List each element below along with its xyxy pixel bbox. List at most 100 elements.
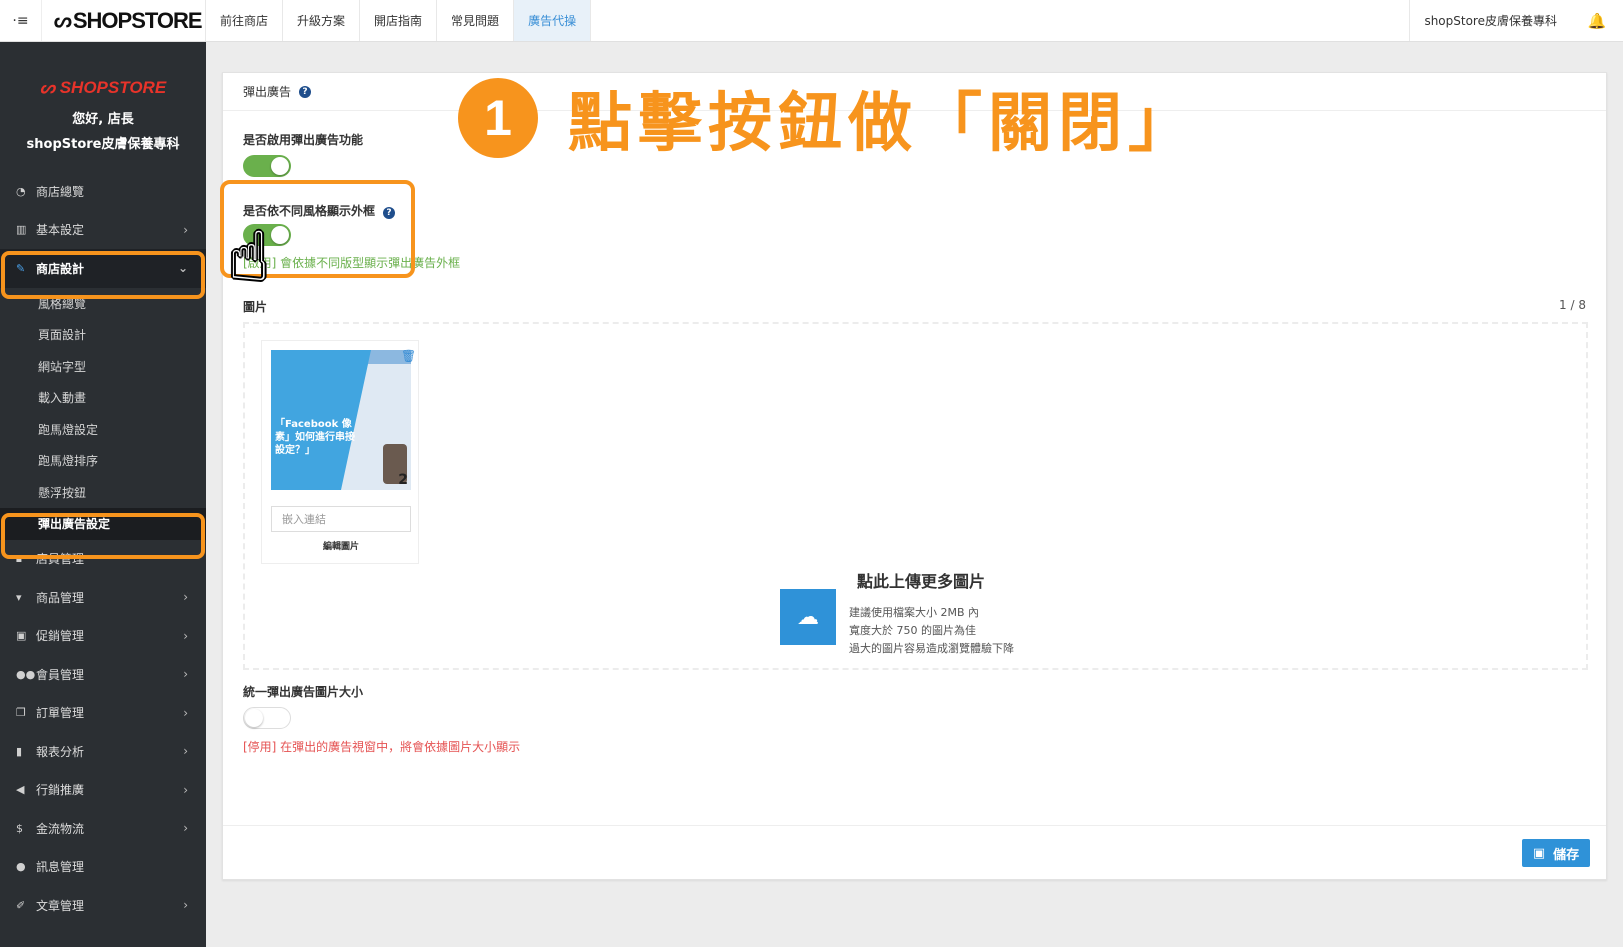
enable-popup-label: 是否啟用彈出廣告功能 <box>243 133 364 147</box>
submenu-floating-button[interactable]: 懸浮按鈕 <box>0 477 206 509</box>
brand-name: SHOPSTORE <box>72 7 203 33</box>
sidebar-toggle-button[interactable]: ·≡ <box>0 0 42 41</box>
annotation-text: 點擊按鈕做「關閉」 <box>568 87 1198 161</box>
bank-icon: ▥ <box>16 223 27 237</box>
sidebar-item-articles[interactable]: ✐ 文章管理 › <box>0 886 206 925</box>
sidebar-item-label: 訂單管理 <box>36 706 85 721</box>
upload-notes: 建議使用檔案大小 2MB 內 寬度大於 750 的圖片為佳 過大的圖片容易造成瀏… <box>849 604 1014 658</box>
embed-link-input[interactable]: 嵌入連結 <box>271 506 411 532</box>
submenu-page-design[interactable]: 頁面設計 <box>0 319 206 351</box>
toggle-knob <box>271 157 289 175</box>
bar-chart-icon: ▮ <box>16 744 23 758</box>
sidebar-logo: ᔕ SHOPSTORE <box>39 78 167 97</box>
submenu-loading-animation[interactable]: 載入動畫 <box>0 382 206 414</box>
unify-size-toggle[interactable] <box>243 707 291 729</box>
sidebar-item-members[interactable]: ●● 會員管理 › <box>0 655 206 694</box>
gift-icon: ▣ <box>16 629 27 643</box>
nav-faq[interactable]: 常見問題 <box>437 0 515 41</box>
nav-guide[interactable]: 開店指南 <box>360 0 438 41</box>
image-dropzone[interactable]: 「Facebook 像素」如何進行串接設定？」 2 🗑︎ 嵌入連結 編輯圖片 點… <box>243 322 1588 670</box>
sidebar-item-label: 報表分析 <box>36 744 85 759</box>
dashboard-icon: ◔ <box>16 184 26 198</box>
chat-icon: ● <box>16 860 26 874</box>
highlight-popup-ad-settings <box>1 513 205 559</box>
chevron-right-icon: › <box>183 821 188 836</box>
copy-icon: ❐ <box>16 706 26 720</box>
upload-title[interactable]: 點此上傳更多圖片 <box>857 568 985 592</box>
edit-icon: ✐ <box>16 898 26 912</box>
sidebar-logo-text: SHOPSTORE <box>59 78 167 97</box>
bullhorn-icon: ◀ <box>16 783 25 797</box>
top-nav: 前往商店 升級方案 開店指南 常見問題 廣告代操 <box>206 0 592 41</box>
save-label: 儲存 <box>1553 847 1580 863</box>
sidebar-item-label: 訊息管理 <box>36 860 85 875</box>
shopstore-logo-icon: ᔕ <box>54 10 72 32</box>
ad-image-thumbnail[interactable]: 「Facebook 像素」如何進行串接設定？」 2 <box>271 350 411 490</box>
thumbnail-number: 2 <box>398 472 408 488</box>
notification-bell-icon[interactable]: 🔔 <box>1571 0 1623 41</box>
step-number-badge: 1 <box>458 78 538 158</box>
users-icon: ●● <box>16 667 36 681</box>
sidebar-brand: ᔕ SHOPSTORE 您好, 店長 shopStore皮膚保養專科 <box>0 42 206 152</box>
greeting: 您好, 店長 <box>72 112 134 127</box>
sidebar-item-overview[interactable]: ◔ 商店總覽 <box>0 172 206 211</box>
thumbnail-title: 「Facebook 像素」如何進行串接設定？」 <box>275 419 355 456</box>
sidebar-item-label: 商品管理 <box>36 590 85 605</box>
upload-note: 過大的圖片容易造成瀏覽體驗下降 <box>849 642 1014 655</box>
chevron-right-icon: › <box>183 782 188 797</box>
chevron-right-icon: › <box>183 744 188 759</box>
cloud-upload-icon: ☁ <box>797 604 819 630</box>
chevron-right-icon: › <box>183 222 188 237</box>
sidebar-item-payment-logistics[interactable]: $ 金流物流 › <box>0 809 206 848</box>
upload-note: 建議使用檔案大小 2MB 內 <box>849 606 980 619</box>
sidebar-item-orders[interactable]: ❐ 訂單管理 › <box>0 694 206 733</box>
image-card: 「Facebook 像素」如何進行串接設定？」 2 🗑︎ 嵌入連結 編輯圖片 <box>261 340 419 564</box>
nav-ads[interactable]: 廣告代操 <box>514 0 592 41</box>
menu-icon: ·≡ <box>12 12 29 29</box>
top-bar: ·≡ ᔕ SHOPSTORE 前往商店 升級方案 開店指南 常見問題 廣告代操 s… <box>0 0 1623 42</box>
sidebar-item-label: 文章管理 <box>36 898 85 913</box>
images-label: 圖片 <box>243 300 268 314</box>
sidebar-item-reports[interactable]: ▮ 報表分析 › <box>0 732 206 771</box>
unify-size-label: 統一彈出廣告圖片大小 <box>243 685 364 699</box>
chevron-right-icon: › <box>183 705 188 720</box>
upload-note: 寬度大於 750 的圖片為佳 <box>849 624 976 637</box>
image-counter: 1 / 8 <box>1559 298 1586 312</box>
submenu-marquee-order[interactable]: 跑馬燈排序 <box>0 445 206 477</box>
sidebar-item-label: 促銷管理 <box>36 629 85 644</box>
shop-name-menu[interactable]: shopStore皮膚保養專科 <box>1409 0 1571 41</box>
edit-image-link[interactable]: 編輯圖片 <box>262 539 420 552</box>
panel-title: 彈出廣告 <box>243 85 292 99</box>
save-button[interactable]: ▣ 儲存 <box>1522 839 1590 867</box>
help-icon[interactable]: ? <box>299 85 312 98</box>
chevron-right-icon: › <box>183 590 188 605</box>
submenu-fonts[interactable]: 網站字型 <box>0 351 206 383</box>
sidebar-item-basic-settings[interactable]: ▥ 基本設定 › <box>0 211 206 250</box>
sidebar-item-marketing[interactable]: ◀ 行銷推廣 › <box>0 771 206 810</box>
save-icon: ▣ <box>1532 845 1546 861</box>
sidebar-item-label: 金流物流 <box>36 821 85 836</box>
enable-popup-toggle[interactable] <box>243 155 291 177</box>
toggle-knob <box>245 709 263 727</box>
hand-pointer-icon: ☝ <box>228 218 270 297</box>
tutorial-annotation: 1 點擊按鈕做「關閉」 <box>458 72 1198 164</box>
upload-button[interactable]: ☁ <box>780 589 836 645</box>
sidebar-item-products[interactable]: ▾ 商品管理 › <box>0 578 206 617</box>
sidebar-item-promotions[interactable]: ▣ 促銷管理 › <box>0 617 206 656</box>
chevron-right-icon: › <box>183 898 188 913</box>
nav-upgrade[interactable]: 升級方案 <box>283 0 361 41</box>
dollar-icon: $ <box>16 821 23 835</box>
sidebar-shop-name: shopStore皮膚保養專科 <box>26 137 180 152</box>
brand-logo[interactable]: ᔕ SHOPSTORE <box>42 0 206 41</box>
chevron-right-icon: › <box>183 628 188 643</box>
highlight-store-design <box>1 251 205 299</box>
chevron-right-icon: › <box>183 667 188 682</box>
popup-ad-panel: 彈出廣告 ? 是否啟用彈出廣告功能 是否依不同風格顯示外框? [啟用] 會依據不… <box>222 72 1607 880</box>
sidebar-item-label: 行銷推廣 <box>36 783 85 798</box>
sidebar-item-messages[interactable]: ● 訊息管理 <box>0 848 206 887</box>
sidebar-item-label: 基本設定 <box>36 223 85 238</box>
trash-icon[interactable]: 🗑︎ <box>401 349 416 363</box>
nav-go-store[interactable]: 前往商店 <box>206 0 284 41</box>
panel-footer: ▣ 儲存 <box>223 825 1606 879</box>
submenu-marquee-settings[interactable]: 跑馬燈設定 <box>0 414 206 446</box>
